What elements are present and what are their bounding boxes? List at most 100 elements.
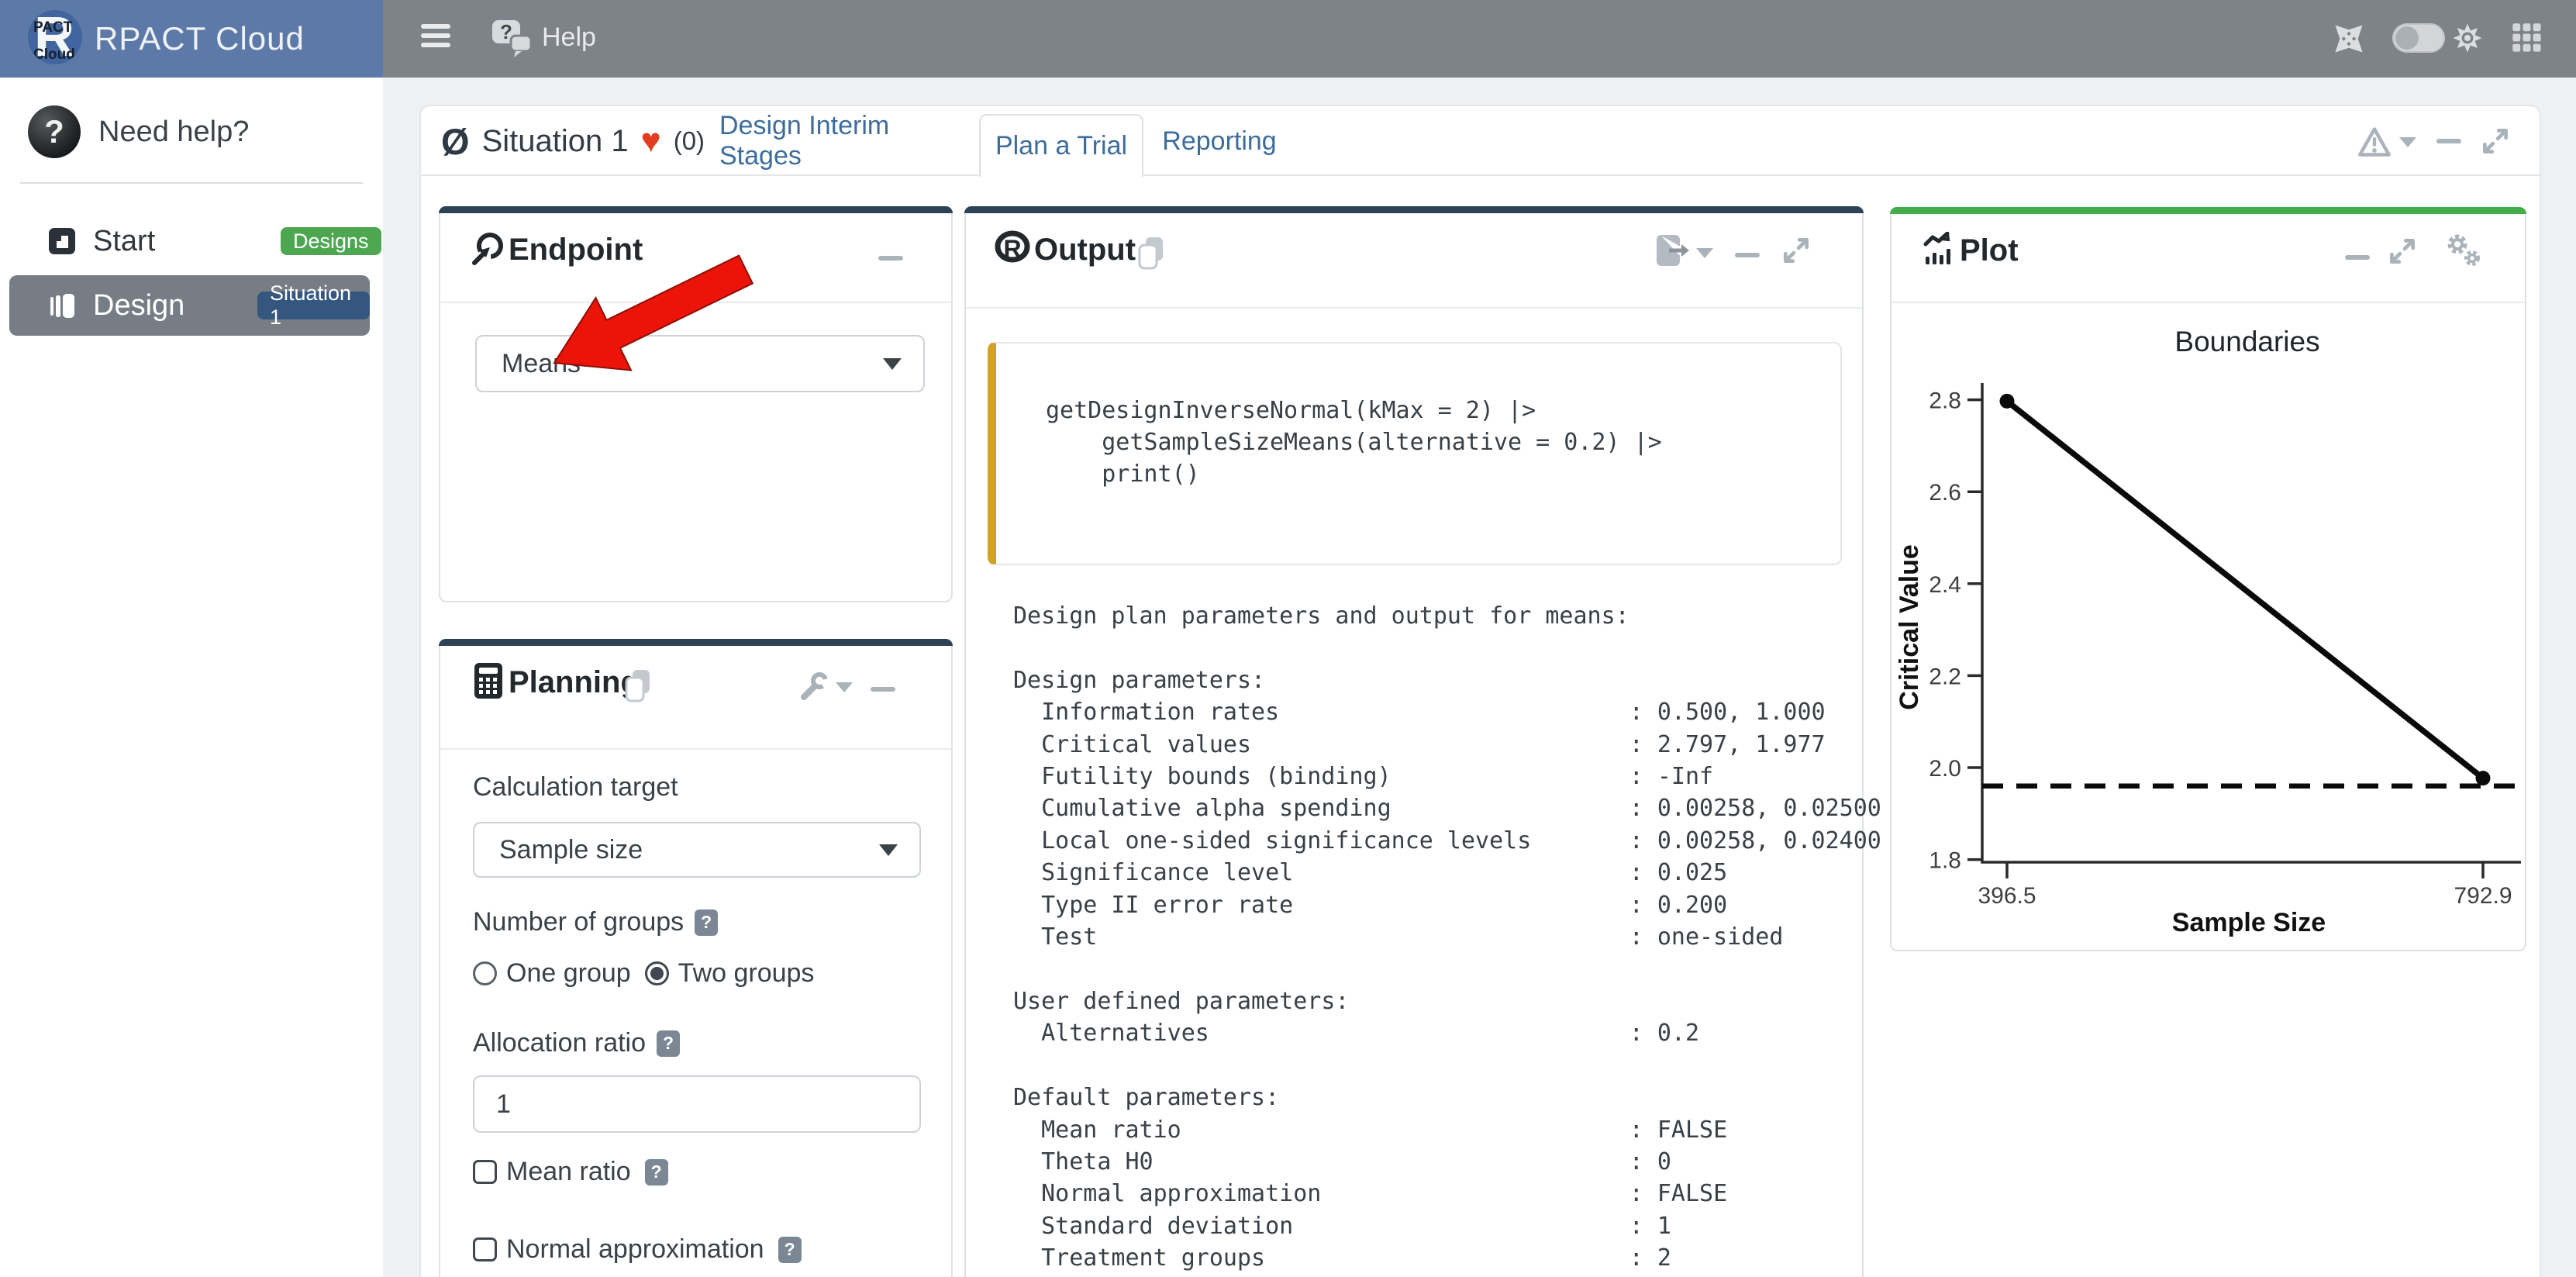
collapse-plot-icon[interactable] [2345,255,2370,260]
output-card: R Output [964,206,1864,1277]
collapse-endpoint-icon[interactable] [878,256,903,261]
help-badge-icon[interactable]: ? [657,1030,680,1057]
sidebar-item-start[interactable]: Start Designs [9,211,370,271]
favorites-count: (0) [674,126,705,156]
dark-mode-toggle[interactable] [2392,23,2445,53]
tab-reporting[interactable]: Reporting [1146,106,1293,176]
calculator-icon [473,662,504,699]
allocation-ratio-input[interactable] [473,1075,921,1133]
calculation-target-label: Calculation target [473,772,678,802]
card-divider [966,307,1862,309]
planning-card: Planning Calculation target Sample size [439,639,953,1277]
normal-approximation-checkbox[interactable] [473,1237,497,1261]
endpoint-card-title: Endpoint [509,233,643,267]
designs-badge: Designs [281,227,381,255]
export-icon[interactable] [1655,233,1689,268]
groups-radio-row: One group Two groups [473,958,828,989]
normal-approximation-row: Normal approximation ? [473,1234,802,1265]
help-badge-icon[interactable]: ? [695,909,718,936]
help-label: Help [542,22,596,53]
sun-icon[interactable] [2450,20,2485,56]
plot-card-title: Plot [1960,233,2019,268]
sidebar-divider [20,182,363,184]
help-badge-icon[interactable]: ? [778,1237,802,1263]
need-help-label: Need help? [98,116,249,149]
calculation-target-value: Sample size [499,835,643,865]
checkbox-label: Mean ratio [506,1157,631,1187]
heart-icon[interactable]: ♥ [641,126,661,157]
collapse-planning-icon[interactable] [871,687,895,692]
chevron-down-icon [883,358,902,370]
r-logo-icon: R [994,230,1033,267]
planning-card-title: Planning [509,665,640,700]
fullscreen-icon[interactable] [2332,22,2366,56]
calculation-target-dropdown[interactable]: Sample size [473,822,921,878]
maximize-panel-icon[interactable] [2479,125,2512,157]
svg-text:2.4: 2.4 [1929,572,1961,598]
checkbox-label: Normal approximation [506,1234,764,1265]
plot-card: Plot Boundaries1.82.02.22.42.62.8396.579… [1890,207,2526,951]
svg-text:396.5: 396.5 [1978,883,2036,909]
sidebar-item-label: Start [93,225,155,258]
output-card-title: Output [1034,233,1136,267]
caret-down-icon[interactable] [1696,248,1713,258]
help-button[interactable]: ? Help [491,17,596,57]
svg-text:Boundaries: Boundaries [2174,326,2319,357]
situation-panel: Ø Situation 1 ♥ (0) Design Interim Stage… [419,105,2541,1277]
endpoint-dropdown[interactable]: Means [475,335,925,392]
collapse-output-icon[interactable] [1735,253,1760,257]
svg-text:R: R [1003,235,1021,263]
topbar: R PACT Cloud RPACT Cloud ? Help [0,0,2576,78]
minimize-panel-icon[interactable] [2436,139,2461,143]
caret-down-icon[interactable] [836,682,853,692]
mean-ratio-row: Mean ratio ? [473,1157,668,1187]
number-of-groups-label: Number of groups ? [473,907,718,937]
design-icon [47,290,78,321]
svg-text:2.0: 2.0 [1929,756,1961,782]
grid-icon[interactable] [2510,21,2544,55]
warning-icon[interactable] [2357,125,2392,159]
endpoint-icon [471,231,505,265]
card-divider [440,302,951,303]
radio-one-group[interactable] [473,961,497,985]
radio-two-groups[interactable] [645,961,669,985]
mean-ratio-checkbox[interactable] [473,1160,497,1184]
main-content: Ø Situation 1 ♥ (0) Design Interim Stage… [383,78,2576,1277]
radio-label: One group [506,958,631,989]
tab-plan-a-trial[interactable]: Plan a Trial [979,114,1143,177]
rpact-logo-text1: PACT [33,20,72,36]
chevron-down-icon [879,844,898,856]
app-screen: R PACT Cloud RPACT Cloud ? Help [0,0,2576,1277]
sidebar-toggle-icon[interactable] [421,24,452,53]
svg-text:Critical Value: Critical Value [1896,544,1924,710]
help-bubble-icon: ? [491,17,534,57]
sidebar-item-design[interactable]: Design Situation 1 [9,275,370,336]
svg-text:792.9: 792.9 [2454,883,2512,909]
svg-text:2.6: 2.6 [1929,480,1961,506]
help-badge-icon[interactable]: ? [645,1159,668,1186]
tab-label: Design Interim Stages [719,111,967,171]
start-icon [48,227,76,255]
allocation-ratio-label: Allocation ratio ? [473,1028,680,1058]
situation-title: Situation 1 [482,124,629,159]
chart-icon [1923,232,1957,266]
toggle-knob [2395,26,2419,50]
need-help-link[interactable]: ? Need help? [0,96,383,181]
copy-icon[interactable] [1135,236,1167,270]
maximize-plot-icon[interactable] [2386,235,2419,267]
card-divider [1891,302,2525,303]
maximize-output-icon[interactable] [1780,234,1812,267]
boundaries-chart: Boundaries1.82.02.22.42.62.8396.5792.9Sa… [1896,317,2526,947]
empty-set-icon: Ø [441,120,470,163]
rpact-logo[interactable]: R PACT Cloud [28,10,82,64]
gears-icon[interactable] [2443,232,2484,271]
caret-down-icon[interactable] [2399,137,2416,147]
situation-badge: Situation 1 [257,292,370,319]
endpoint-dropdown-value: Means [502,349,581,379]
svg-text:2.8: 2.8 [1929,388,1961,414]
copy-icon[interactable] [622,668,654,702]
wrench-icon[interactable] [798,671,829,702]
question-circle-icon: ? [28,105,81,158]
tab-design-interim-stages[interactable]: Design Interim Stages [719,106,967,176]
code-block-text: getDesignInverseNormal(kMax = 2) |> getS… [1046,395,1840,490]
